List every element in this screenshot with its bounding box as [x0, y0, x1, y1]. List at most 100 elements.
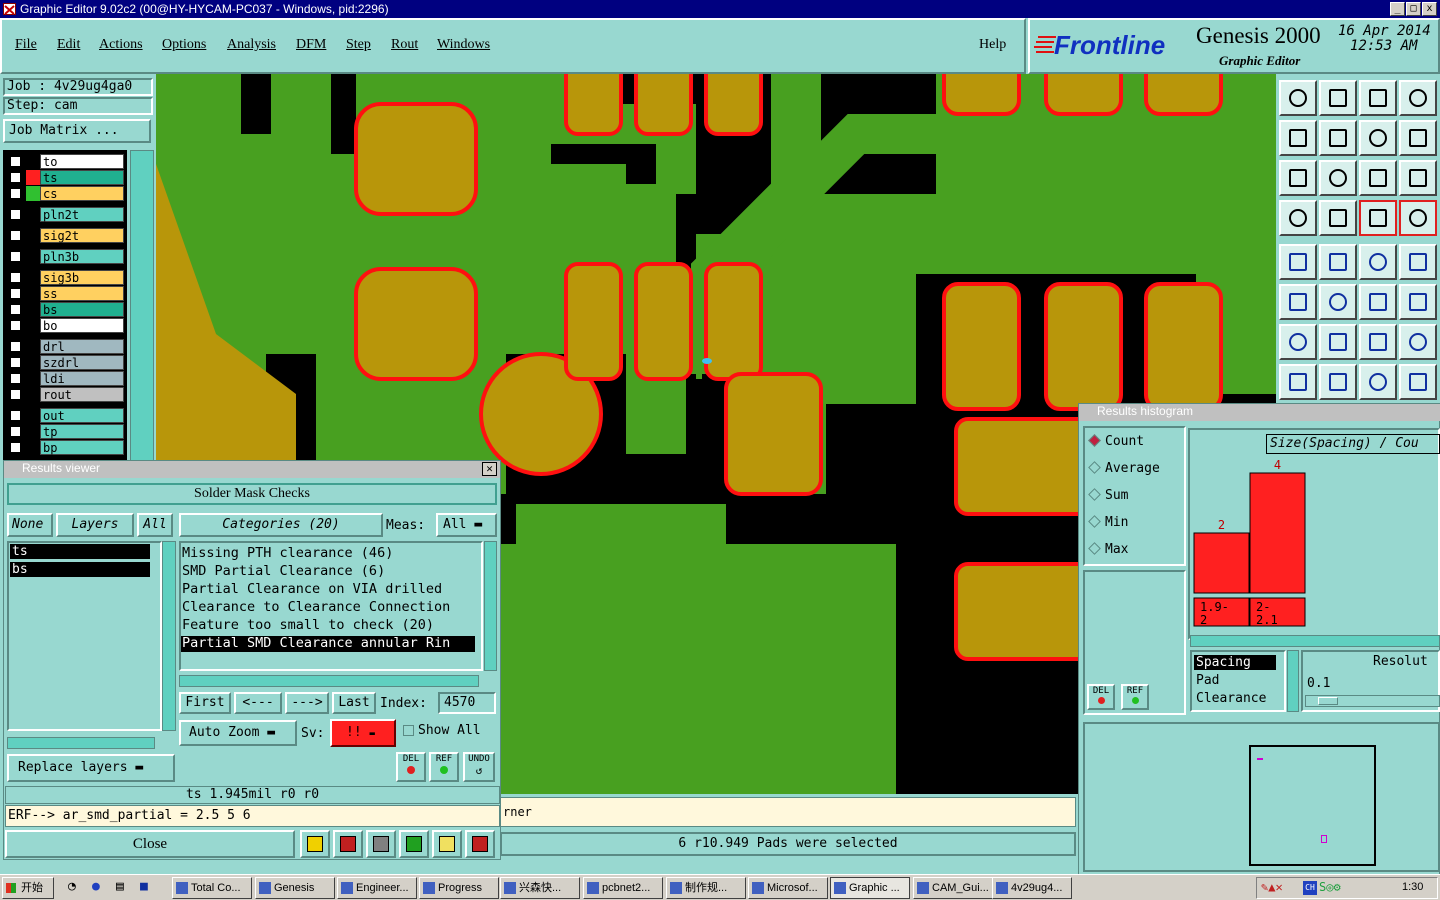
- menu-rout[interactable]: Rout: [391, 37, 418, 53]
- report-button[interactable]: [432, 830, 462, 858]
- task-item[interactable]: Graphic ...: [830, 877, 910, 899]
- meas-select[interactable]: All ▬: [436, 513, 497, 537]
- layer-checkbox[interactable]: [10, 320, 21, 331]
- ruler-settings-tool[interactable]: [1279, 200, 1317, 236]
- layer-row-rout[interactable]: rout: [6, 387, 124, 402]
- help-tool[interactable]: [1399, 160, 1437, 196]
- index-input[interactable]: 4570: [438, 692, 496, 714]
- category-list-vscroll[interactable]: [484, 541, 497, 671]
- param-item-spacing[interactable]: Spacing: [1194, 655, 1276, 670]
- layer-checkbox[interactable]: [10, 188, 21, 199]
- polygon-tool[interactable]: [1319, 244, 1357, 280]
- category-list-hscroll[interactable]: [179, 675, 479, 687]
- layer-row-pln2t[interactable]: pln2t: [6, 207, 124, 222]
- menu-step[interactable]: Step: [346, 37, 371, 53]
- window-tool[interactable]: [1399, 80, 1437, 116]
- measure-tool[interactable]: [1359, 244, 1397, 280]
- globe-icon[interactable]: ●: [92, 879, 100, 894]
- layer-row-szdrl[interactable]: szdrl: [6, 355, 124, 370]
- layer-result-item-ts[interactable]: ts: [10, 544, 150, 559]
- undo-button[interactable]: UNDO ↺: [463, 752, 495, 782]
- param-list-vscroll[interactable]: [1287, 650, 1299, 712]
- layer-checkbox[interactable]: [10, 341, 21, 352]
- layer-checkbox[interactable]: [10, 230, 21, 241]
- tray-icons[interactable]: ✎▲✕: [1261, 880, 1283, 894]
- results-viewer-titlebar[interactable]: Results viewer: [4, 461, 500, 478]
- category-item[interactable]: Partial SMD Clearance annular Rin: [181, 636, 475, 652]
- param-item-pad[interactable]: Pad: [1194, 673, 1219, 688]
- layer-result-item-bs[interactable]: bs: [10, 562, 150, 577]
- layer-row-bp[interactable]: bp: [6, 440, 124, 455]
- layer-checkbox[interactable]: [10, 357, 21, 368]
- layer-list-hscroll[interactable]: [7, 737, 155, 749]
- snake-tool[interactable]: [1399, 120, 1437, 156]
- ratio-1-2-tool[interactable]: [1359, 160, 1397, 196]
- mode-option-max[interactable]: Max: [1088, 542, 1128, 558]
- ime-icon[interactable]: CH: [1303, 881, 1317, 895]
- layer-row-bo[interactable]: bo: [6, 318, 124, 333]
- menu-dfm[interactable]: DFM: [296, 37, 326, 53]
- clock-icon[interactable]: ◔: [68, 879, 76, 894]
- pan-left-tool[interactable]: [1279, 120, 1317, 156]
- layer-row-tp[interactable]: tp: [6, 424, 124, 439]
- histogram-hscroll[interactable]: [1190, 635, 1440, 647]
- categories-button[interactable]: Categories (20): [179, 513, 383, 537]
- task-item[interactable]: pcbnet2...: [583, 877, 663, 899]
- layer-row-out[interactable]: out: [6, 408, 124, 423]
- stop-button[interactable]: [333, 830, 363, 858]
- strike-tool[interactable]: [1319, 364, 1357, 400]
- angle-tool[interactable]: [1279, 324, 1317, 360]
- pin-tool[interactable]: [1359, 364, 1397, 400]
- layer-row-bs[interactable]: bs: [6, 302, 124, 317]
- rotate-tool[interactable]: [1359, 120, 1397, 156]
- layer-checkbox[interactable]: [10, 410, 21, 421]
- auto-zoom-select[interactable]: Auto Zoom ▬: [179, 720, 297, 746]
- overview-map[interactable]: [1249, 745, 1376, 866]
- resolution-slider-thumb[interactable]: [1318, 697, 1338, 705]
- task-item[interactable]: 制作规...: [666, 877, 746, 899]
- task-item[interactable]: Total Co...: [172, 877, 252, 899]
- histogram-button[interactable]: [465, 830, 495, 858]
- histogram-del-button[interactable]: DEL: [1087, 684, 1115, 710]
- prev-button[interactable]: <---: [234, 692, 282, 714]
- menu-windows[interactable]: Windows: [437, 37, 490, 53]
- none-button[interactable]: None: [7, 513, 53, 537]
- grid-tool[interactable]: [1319, 200, 1357, 236]
- start-button[interactable]: 开始: [2, 877, 54, 899]
- layer-checkbox[interactable]: [10, 172, 21, 183]
- del-button[interactable]: DEL: [396, 752, 426, 782]
- task-item[interactable]: Genesis: [255, 877, 335, 899]
- histogram-ref-button[interactable]: REF: [1121, 684, 1149, 710]
- histogram-bar[interactable]: [1249, 472, 1306, 594]
- layer-checkbox[interactable]: [10, 251, 21, 262]
- notepad-icon[interactable]: ▤: [116, 879, 124, 894]
- layer-row-ss[interactable]: ss: [6, 286, 124, 301]
- close-window-button[interactable]: x: [1422, 2, 1437, 16]
- layer-checkbox[interactable]: [10, 288, 21, 299]
- task-item[interactable]: 兴森快...: [500, 877, 580, 899]
- job-matrix-button[interactable]: Job Matrix ...: [3, 119, 151, 143]
- layer-checkbox[interactable]: [10, 304, 21, 315]
- histogram-titlebar[interactable]: Results histogram: [1079, 404, 1440, 421]
- layer-row-sig3b[interactable]: sig3b: [6, 270, 124, 285]
- reject-button[interactable]: [366, 830, 396, 858]
- count-button[interactable]: [399, 830, 429, 858]
- mode-option-average[interactable]: Average: [1088, 461, 1160, 477]
- layer-checkbox[interactable]: [10, 389, 21, 400]
- connect-nodes-tool[interactable]: [1279, 284, 1317, 320]
- save-icon[interactable]: ■: [140, 879, 148, 894]
- net-select-tool[interactable]: [1359, 200, 1397, 236]
- menu-file[interactable]: File: [15, 37, 37, 53]
- severity-select[interactable]: !! ▬: [330, 719, 396, 747]
- arc-tool[interactable]: [1359, 324, 1397, 360]
- histogram-bar[interactable]: [1193, 532, 1250, 594]
- home-tool[interactable]: [1359, 80, 1397, 116]
- mode-option-sum[interactable]: Sum: [1088, 488, 1128, 504]
- first-button[interactable]: First: [179, 692, 231, 714]
- group-tool[interactable]: [1399, 364, 1437, 400]
- layer-row-pln3b[interactable]: pln3b: [6, 249, 124, 264]
- layer-list-scrollbar[interactable]: [130, 150, 154, 462]
- view-top-tool[interactable]: [1279, 80, 1317, 116]
- resolution-slider[interactable]: [1305, 695, 1440, 707]
- task-item[interactable]: Engineer...: [337, 877, 417, 899]
